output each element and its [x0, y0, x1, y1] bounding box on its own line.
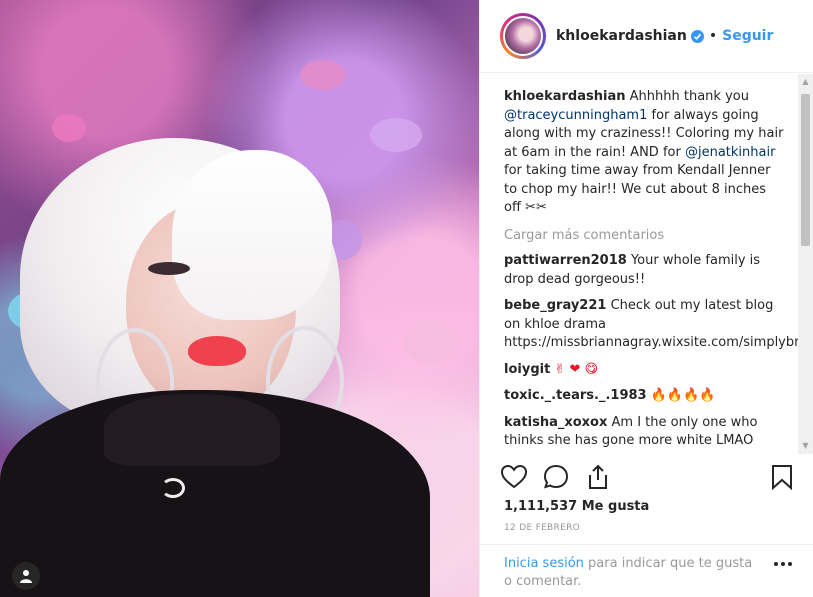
- verified-badge-icon: [690, 29, 704, 43]
- comment-username[interactable]: bebe_gray221: [504, 298, 606, 313]
- scrollbar-thumb[interactable]: [801, 94, 810, 246]
- action-bar: [500, 463, 796, 493]
- post-photo[interactable]: [0, 0, 479, 597]
- comments-list[interactable]: khloekardashian Ahhhhh thank you @tracey…: [480, 74, 813, 454]
- scroll-down-arrow-icon[interactable]: ▼: [798, 438, 813, 454]
- like-count[interactable]: 1,111,537 Me gusta: [504, 499, 649, 514]
- comment-username[interactable]: pattiwarren2018: [504, 253, 627, 268]
- lips: [188, 336, 246, 366]
- scissors-emoji: ✂✂: [525, 200, 547, 215]
- load-more-comments-button[interactable]: Cargar más comentarios: [504, 227, 784, 246]
- comment: pattiwarren2018 Your whole family is dro…: [504, 252, 784, 289]
- like-count-number: 1,111,537: [504, 499, 578, 514]
- comment-text: ✌ ❤ 😋: [554, 361, 599, 377]
- moon-pendant: [161, 478, 185, 498]
- mention-link[interactable]: @traceycunningham1: [504, 108, 647, 123]
- post-sidebar: khloekardashian • Seguir khloekardashian…: [479, 0, 813, 597]
- comment: toxic._.tears._.1983 🔥🔥🔥🔥: [504, 387, 784, 406]
- more-dot: [788, 562, 792, 566]
- more-options-icon[interactable]: [774, 562, 792, 566]
- hair-fringe: [172, 150, 332, 320]
- username-link[interactable]: khloekardashian: [556, 28, 687, 44]
- heart-icon[interactable]: [500, 463, 528, 491]
- login-link[interactable]: Inicia sesión: [504, 556, 584, 571]
- person-icon[interactable]: [12, 562, 40, 590]
- comment: loiygit ✌ ❤ 😋: [504, 361, 784, 380]
- eye: [148, 262, 190, 275]
- more-dot: [781, 562, 785, 566]
- checkmark-icon: [693, 33, 701, 40]
- follow-button[interactable]: Seguir: [722, 28, 773, 44]
- like-count-label: Me gusta: [581, 499, 650, 514]
- avatar-image: [503, 16, 543, 56]
- bookmark-icon[interactable]: [768, 463, 796, 491]
- comment-username[interactable]: katisha_xoxox: [504, 415, 607, 430]
- caption-text-1: Ahhhhh thank you: [629, 89, 749, 104]
- login-prompt: Inicia sesión para indicar que te gusta …: [480, 544, 813, 597]
- post-date[interactable]: 12 DE FEBRERO: [504, 523, 580, 533]
- post-header: khloekardashian • Seguir: [480, 0, 813, 73]
- butterfly-decoration: [52, 114, 86, 142]
- caption: khloekardashian Ahhhhh thank you @tracey…: [504, 88, 784, 218]
- butterfly-decoration: [404, 320, 458, 364]
- comments-scrollbar[interactable]: ▲ ▼: [798, 74, 813, 454]
- share-icon[interactable]: [584, 463, 612, 491]
- comment-username[interactable]: toxic._.tears._.1983: [504, 388, 647, 403]
- butterfly-decoration: [370, 118, 422, 152]
- mention-link[interactable]: @jenatkinhair: [685, 145, 775, 160]
- more-dot: [774, 562, 778, 566]
- person-icon-glyph: [20, 570, 32, 583]
- comment-username[interactable]: loiygit: [504, 362, 550, 377]
- turtleneck-collar: [104, 394, 280, 466]
- butterfly-decoration: [300, 60, 346, 90]
- comment: katisha_xoxox Am I the only one who thin…: [504, 414, 784, 451]
- comment-icon[interactable]: [542, 463, 570, 491]
- caption-username[interactable]: khloekardashian: [504, 89, 626, 104]
- separator-dot: •: [708, 28, 718, 44]
- comment: bebe_gray221 Check out my latest blog on…: [504, 297, 813, 353]
- scroll-up-arrow-icon[interactable]: ▲: [798, 74, 813, 90]
- profile-avatar[interactable]: [500, 13, 546, 59]
- comment-text: 🔥🔥🔥🔥: [650, 388, 716, 403]
